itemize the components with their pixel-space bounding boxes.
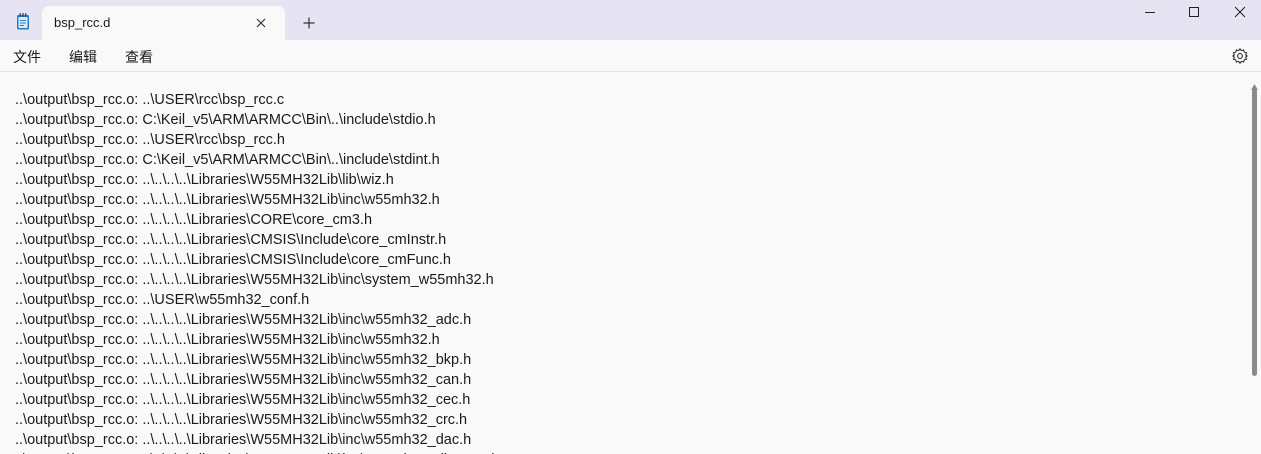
text-line: ..\output\bsp_rcc.o: ..\..\..\..\Librari… <box>15 232 447 248</box>
vertical-scrollbar[interactable] <box>1248 73 1261 454</box>
text-line: ..\output\bsp_rcc.o: ..\..\..\..\Librari… <box>15 212 373 228</box>
text-line: ..\output\bsp_rcc.o: ..\USER\rcc\bsp_rcc… <box>15 132 285 148</box>
text-line: ..\output\bsp_rcc.o: C:\Keil_v5\ARM\ARMC… <box>15 112 436 128</box>
chevron-up-icon[interactable] <box>1251 77 1258 90</box>
minimize-icon[interactable] <box>1143 5 1157 19</box>
text-line: ..\output\bsp_rcc.o: ..\..\..\..\Librari… <box>15 432 472 448</box>
text-line: ..\output\bsp_rcc.o: ..\..\..\..\Librari… <box>15 332 440 348</box>
menu-bar: 文件 编辑 查看 <box>0 40 1261 72</box>
plus-icon[interactable] <box>302 16 316 30</box>
menu-edit[interactable]: 编辑 <box>69 47 97 67</box>
gear-icon[interactable] <box>1231 47 1249 65</box>
notepad-window: bsp_rcc.d 文件 编辑 查看 ..\output\bsp_rcc.o: … <box>0 0 1261 454</box>
text-editor[interactable]: ..\output\bsp_rcc.o: ..\USER\rcc\bsp_rcc… <box>0 73 1248 454</box>
text-line: ..\output\bsp_rcc.o: ..\..\..\..\Librari… <box>15 450 499 454</box>
text-line: ..\output\bsp_rcc.o: ..\..\..\..\Librari… <box>15 272 494 288</box>
text-line: ..\output\bsp_rcc.o: ..\..\..\..\Librari… <box>15 352 472 368</box>
text-line: ..\output\bsp_rcc.o: ..\..\..\..\Librari… <box>15 312 472 328</box>
text-line: ..\output\bsp_rcc.o: ..\..\..\..\Librari… <box>15 372 472 388</box>
scroll-thumb[interactable] <box>1252 89 1257 376</box>
close-icon[interactable] <box>1233 5 1247 19</box>
text-line: ..\output\bsp_rcc.o: ..\..\..\..\Librari… <box>15 412 468 428</box>
text-line: ..\output\bsp_rcc.o: ..\..\..\..\Librari… <box>15 392 471 408</box>
text-line: ..\output\bsp_rcc.o: ..\..\..\..\Librari… <box>15 172 394 188</box>
text-line: ..\output\bsp_rcc.o: ..\..\..\..\Librari… <box>15 252 451 268</box>
notepad-icon <box>16 13 30 30</box>
maximize-icon[interactable] <box>1187 5 1201 19</box>
menu-file[interactable]: 文件 <box>13 47 41 67</box>
title-bar: bsp_rcc.d <box>0 0 1261 40</box>
menu-view[interactable]: 查看 <box>125 47 153 67</box>
text-line: ..\output\bsp_rcc.o: ..\USER\w55mh32_con… <box>15 292 310 308</box>
text-line: ..\output\bsp_rcc.o: C:\Keil_v5\ARM\ARMC… <box>15 152 440 168</box>
close-icon[interactable] <box>254 16 268 30</box>
text-line: ..\output\bsp_rcc.o: ..\USER\rcc\bsp_rcc… <box>15 92 285 108</box>
text-line: ..\output\bsp_rcc.o: ..\..\..\..\Librari… <box>15 192 440 208</box>
editor-lines: ..\output\bsp_rcc.o: ..\USER\rcc\bsp_rcc… <box>15 90 499 454</box>
tab-title: bsp_rcc.d <box>54 15 111 30</box>
tab-bsp-rcc[interactable]: bsp_rcc.d <box>42 6 285 40</box>
